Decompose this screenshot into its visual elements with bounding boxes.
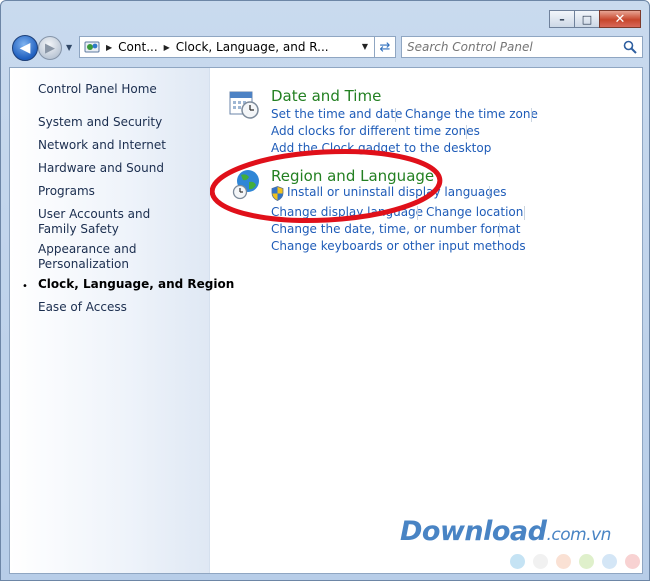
annotation-highlight-oval	[210, 149, 443, 223]
watermark-text: Download	[400, 516, 547, 547]
search-icon[interactable]	[622, 39, 638, 55]
watermark-dot	[579, 554, 594, 569]
watermark-dot	[510, 554, 525, 569]
maximize-button[interactable]: □	[574, 10, 600, 28]
window-frame: – □ ✕ ◀ ▶ ▼ ▶ Cont... ▶ Clock, Language,…	[0, 0, 650, 581]
sidebar-item-ease-of-access[interactable]: Ease of Access	[38, 300, 127, 315]
watermark-logo: Download.com.vn	[400, 516, 611, 547]
navigation-bar: ◀ ▶ ▼ ▶ Cont... ▶ Clock, Language, and R…	[9, 33, 643, 61]
sidebar-item-system-security[interactable]: System and Security	[38, 115, 162, 130]
content-area: Control Panel Home System and Security N…	[9, 67, 643, 574]
close-icon: ✕	[614, 11, 626, 27]
maximize-icon: □	[581, 12, 593, 26]
watermark-dot	[625, 554, 640, 569]
watermark-dot	[602, 554, 617, 569]
breadcrumb-separator: ▶	[163, 42, 170, 52]
sidebar: Control Panel Home System and Security N…	[10, 68, 234, 573]
sidebar-item-programs[interactable]: Programs	[38, 184, 95, 199]
minimize-icon: –	[559, 12, 565, 26]
breadcrumb-separator: ▶	[106, 42, 113, 52]
watermark-dot	[533, 554, 548, 569]
back-button[interactable]: ◀	[12, 35, 38, 61]
watermark-dot	[556, 554, 571, 569]
close-button[interactable]: ✕	[599, 10, 641, 28]
sidebar-item-hardware-sound[interactable]: Hardware and Sound	[38, 161, 164, 176]
sidebar-item-clock-language-region[interactable]: Clock, Language, and Region	[38, 277, 234, 292]
watermark-suffix: .com.vn	[546, 525, 611, 545]
minimize-button[interactable]: –	[549, 10, 575, 28]
search-box	[401, 36, 643, 58]
sidebar-item-appearance[interactable]: Appearance and Personalization	[38, 242, 138, 272]
forward-button[interactable]: ▶	[38, 36, 62, 60]
refresh-icon: ⇄	[379, 39, 391, 55]
sidebar-link-control-panel-home[interactable]: Control Panel Home	[38, 82, 157, 97]
breadcrumb-control-panel[interactable]: Cont...	[118, 40, 157, 54]
sidebar-item-user-accounts[interactable]: User Accounts and Family Safety	[38, 207, 188, 237]
current-item-bullet: •	[22, 281, 28, 292]
address-dropdown-icon[interactable]: ▼	[362, 42, 368, 51]
back-arrow-icon: ◀	[19, 40, 31, 56]
watermark-dots	[510, 554, 648, 569]
breadcrumb-clock-language-region[interactable]: Clock, Language, and R...	[176, 40, 329, 54]
recent-pages-dropdown[interactable]: ▼	[66, 43, 72, 52]
caption-buttons: – □ ✕	[549, 10, 641, 28]
forward-arrow-icon: ▶	[45, 40, 55, 56]
address-bar[interactable]: ▶ Cont... ▶ Clock, Language, and R... ▼	[79, 36, 375, 58]
sidebar-item-network-internet[interactable]: Network and Internet	[38, 138, 166, 153]
control-panel-icon	[84, 41, 100, 53]
search-input[interactable]	[407, 38, 617, 56]
main-panel: Date and Time Set the time and date Chan…	[210, 68, 642, 573]
refresh-button[interactable]: ⇄	[374, 36, 396, 58]
